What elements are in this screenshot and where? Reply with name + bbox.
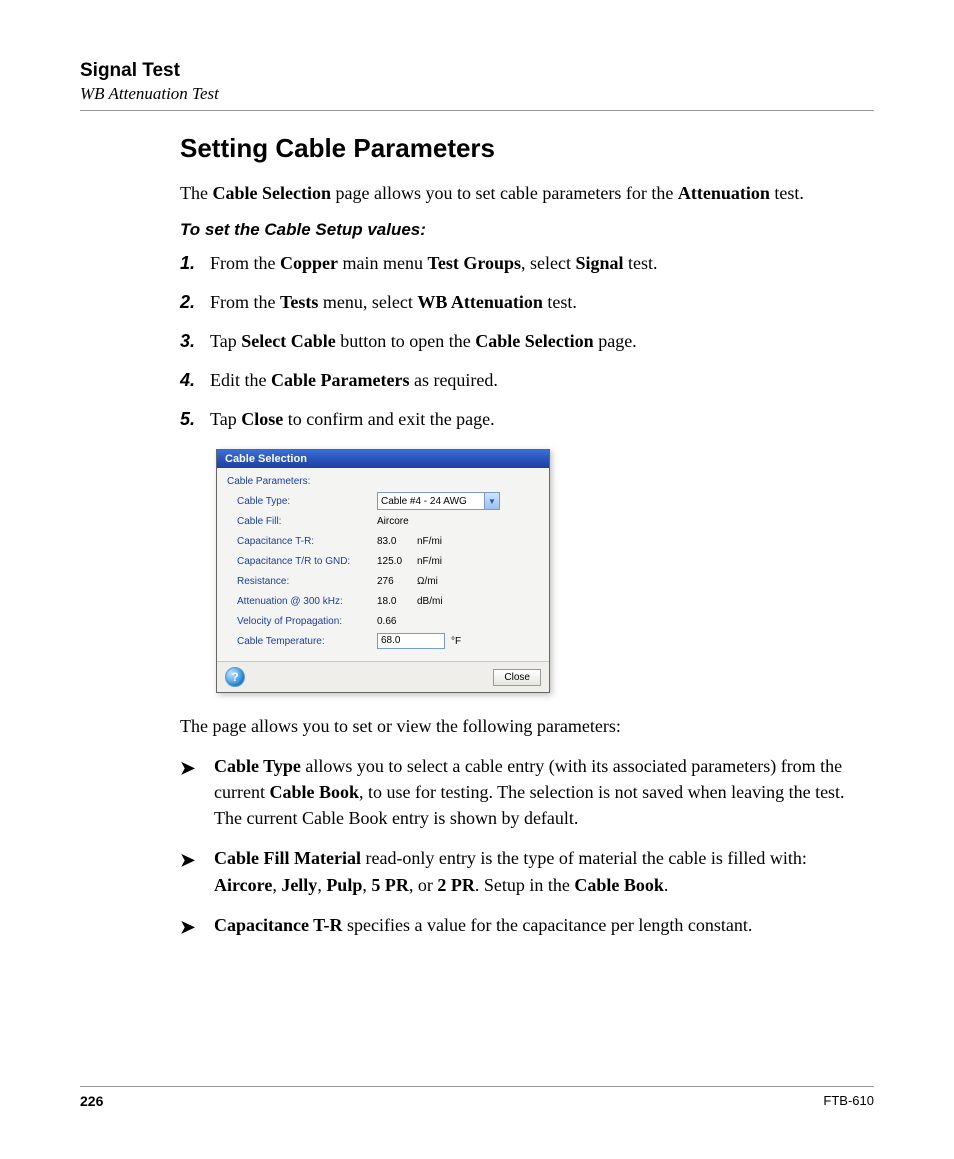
temperature-input[interactable]: 68.0: [377, 633, 445, 649]
close-button[interactable]: Close: [493, 669, 541, 686]
row-attenuation: Attenuation @ 300 kHz: 18.0 dB/mi: [237, 591, 539, 611]
row-vop: Velocity of Propagation: 0.66: [237, 611, 539, 631]
header-rule: [80, 110, 874, 111]
cable-type-dropdown[interactable]: Cable #4 - 24 AWG ▼: [377, 492, 500, 510]
arrow-icon: ➤: [180, 912, 214, 940]
row-resistance: Resistance: 276 Ω/mi: [237, 571, 539, 591]
step-text: Edit the Cable Parameters as required.: [210, 367, 498, 394]
value: Aircore: [377, 516, 417, 527]
step-5: 5. Tap Close to confirm and exit the pag…: [180, 406, 864, 433]
step-text: From the Copper main menu Test Groups, s…: [210, 250, 658, 277]
step-number: 5.: [180, 406, 210, 433]
label: Resistance:: [237, 576, 377, 587]
step-number: 3.: [180, 328, 210, 355]
bullet-text: Cable Type allows you to select a cable …: [214, 753, 864, 831]
step-3: 3. Tap Select Cable button to open the C…: [180, 328, 864, 355]
arrow-icon: ➤: [180, 753, 214, 831]
bullet-cable-type: ➤ Cable Type allows you to select a cabl…: [180, 753, 864, 831]
page-number: 226: [80, 1093, 103, 1109]
footer-rule: [80, 1086, 874, 1087]
step-1: 1. From the Copper main menu Test Groups…: [180, 250, 864, 277]
label: Cable Fill:: [237, 516, 377, 527]
step-text: Tap Close to confirm and exit the page.: [210, 406, 495, 433]
value: 83.0: [377, 536, 417, 547]
page-heading: Setting Cable Parameters: [180, 133, 864, 164]
value: 125.0: [377, 556, 417, 567]
procedure-subhead: To set the Cable Setup values:: [180, 220, 864, 240]
label: Capacitance T-R:: [237, 536, 377, 547]
page-footer: 226 FTB-610: [80, 1078, 874, 1109]
unit: nF/mi: [417, 536, 442, 547]
parameters-bullet-list: ➤ Cable Type allows you to select a cabl…: [180, 753, 864, 940]
cable-selection-dialog: Cable Selection Cable Parameters: Cable …: [216, 449, 550, 693]
arrow-icon: ➤: [180, 845, 214, 897]
section-title: WB Attenuation Test: [80, 84, 874, 104]
bullet-cap-tr: ➤ Capacitance T-R specifies a value for …: [180, 912, 864, 940]
unit: Ω/mi: [417, 576, 438, 587]
unit: dB/mi: [417, 596, 443, 607]
bullet-text: Cable Fill Material read-only entry is t…: [214, 845, 864, 897]
bullet-cable-fill: ➤ Cable Fill Material read-only entry is…: [180, 845, 864, 897]
label: Cable Type:: [237, 496, 377, 507]
dialog-footer: ? Close: [217, 661, 549, 692]
row-temperature: Cable Temperature: 68.0 °F: [237, 631, 539, 651]
step-number: 4.: [180, 367, 210, 394]
unit: nF/mi: [417, 556, 442, 567]
step-4: 4. Edit the Cable Parameters as required…: [180, 367, 864, 394]
label: Attenuation @ 300 kHz:: [237, 596, 377, 607]
step-text: From the Tests menu, select WB Attenuati…: [210, 289, 577, 316]
row-cable-fill: Cable Fill: Aircore: [237, 511, 539, 531]
row-cap-gnd: Capacitance T/R to GND: 125.0 nF/mi: [237, 551, 539, 571]
row-cap-tr: Capacitance T-R: 83.0 nF/mi: [237, 531, 539, 551]
label: Cable Temperature:: [237, 636, 377, 647]
value: 0.66: [377, 616, 417, 627]
label: Capacitance T/R to GND:: [237, 556, 377, 567]
help-icon[interactable]: ?: [225, 667, 245, 687]
chapter-title: Signal Test: [80, 60, 874, 82]
chevron-down-icon[interactable]: ▼: [484, 493, 499, 509]
procedure-list: 1. From the Copper main menu Test Groups…: [180, 250, 864, 433]
dialog-titlebar: Cable Selection: [217, 450, 549, 468]
bullet-text: Capacitance T-R specifies a value for th…: [214, 912, 752, 940]
value: 276: [377, 576, 417, 587]
step-text: Tap Select Cable button to open the Cabl…: [210, 328, 637, 355]
post-dialog-text: The page allows you to set or view the f…: [180, 713, 864, 739]
product-model: FTB-610: [823, 1093, 874, 1109]
unit: °F: [451, 636, 461, 647]
row-cable-type: Cable Type: Cable #4 - 24 AWG ▼: [237, 491, 539, 511]
page-header: Signal Test WB Attenuation Test: [80, 60, 874, 104]
dropdown-value: Cable #4 - 24 AWG: [381, 496, 467, 507]
group-label: Cable Parameters:: [217, 468, 549, 491]
label: Velocity of Propagation:: [237, 616, 377, 627]
value: 18.0: [377, 596, 417, 607]
step-number: 2.: [180, 289, 210, 316]
intro-paragraph: The Cable Selection page allows you to s…: [180, 180, 864, 206]
step-number: 1.: [180, 250, 210, 277]
step-2: 2. From the Tests menu, select WB Attenu…: [180, 289, 864, 316]
